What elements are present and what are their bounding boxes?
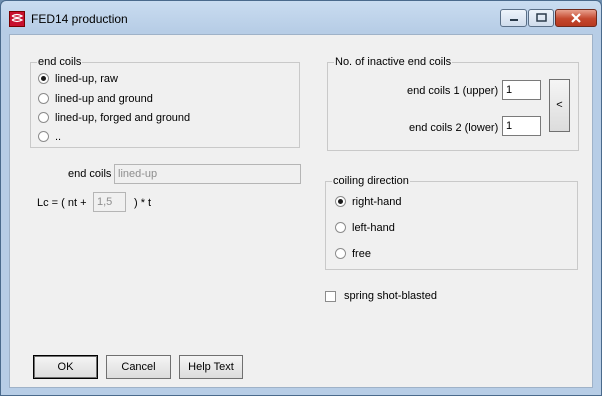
lc-formula-prefix: Lc = ( nt + [37, 197, 87, 209]
maximize-button[interactable] [528, 9, 554, 27]
window-title: FED14 production [31, 12, 128, 26]
lower-end-coils-label: end coils 2 (lower) [409, 122, 499, 134]
minimize-button[interactable] [500, 9, 527, 27]
lc-nt-input[interactable]: 1,5 [93, 192, 126, 212]
coiling-option-free[interactable]: free [335, 247, 455, 261]
end-coils-option-forged-ground[interactable]: lined-up, forged and ground [38, 111, 238, 125]
spring-shot-blasted-label: spring shot-blasted [344, 290, 437, 302]
coiling-option-right-hand[interactable]: right-hand [335, 195, 455, 209]
radio-button[interactable] [38, 131, 49, 142]
end-coils-legend: end coils [37, 55, 83, 69]
end-coils-field-label: end coils [68, 168, 112, 180]
close-icon [571, 13, 581, 23]
inactive-end-coils-group: No. of inactive end coils [327, 55, 579, 151]
radio-button[interactable] [335, 222, 346, 233]
spring-shot-blasted-checkbox-row[interactable]: spring shot-blasted [325, 289, 485, 303]
cancel-button[interactable]: Cancel [106, 355, 171, 379]
maximize-icon [536, 13, 547, 22]
lc-formula-suffix: ) * t [134, 197, 152, 209]
dialog-client-area: end coils lined-up, raw lined-up and gro… [9, 34, 593, 388]
close-button[interactable] [555, 9, 597, 27]
end-coils-option-lined-up-raw[interactable]: lined-up, raw [38, 72, 238, 86]
dialog-window: FED14 production end coils lined-up, raw… [0, 0, 602, 396]
coiling-option-left-hand[interactable]: left-hand [335, 221, 455, 235]
radio-button[interactable] [38, 93, 49, 104]
help-text-button[interactable]: Help Text [179, 355, 243, 379]
radio-button[interactable] [38, 112, 49, 123]
coiling-direction-legend: coiling direction [332, 174, 410, 188]
title-bar[interactable]: FED14 production [1, 1, 601, 35]
collapse-arrow-button[interactable]: < [549, 79, 570, 132]
radio-button[interactable] [335, 196, 346, 207]
upper-end-coils-input[interactable]: 1 [502, 80, 541, 100]
radio-button[interactable] [335, 248, 346, 259]
ok-button[interactable]: OK [33, 355, 98, 379]
upper-end-coils-label: end coils 1 (upper) [407, 85, 499, 97]
end-coils-option-other[interactable]: .. [38, 130, 238, 144]
spring-coil-icon[interactable] [9, 11, 25, 27]
minimize-icon [510, 19, 518, 21]
end-coils-option-lined-up-ground[interactable]: lined-up and ground [38, 92, 238, 106]
inactive-end-coils-legend: No. of inactive end coils [334, 55, 453, 69]
lower-end-coils-input[interactable]: 1 [502, 116, 541, 136]
radio-button[interactable] [38, 73, 49, 84]
spring-shot-blasted-checkbox[interactable] [325, 291, 336, 302]
end-coils-field[interactable]: lined-up [114, 164, 301, 184]
